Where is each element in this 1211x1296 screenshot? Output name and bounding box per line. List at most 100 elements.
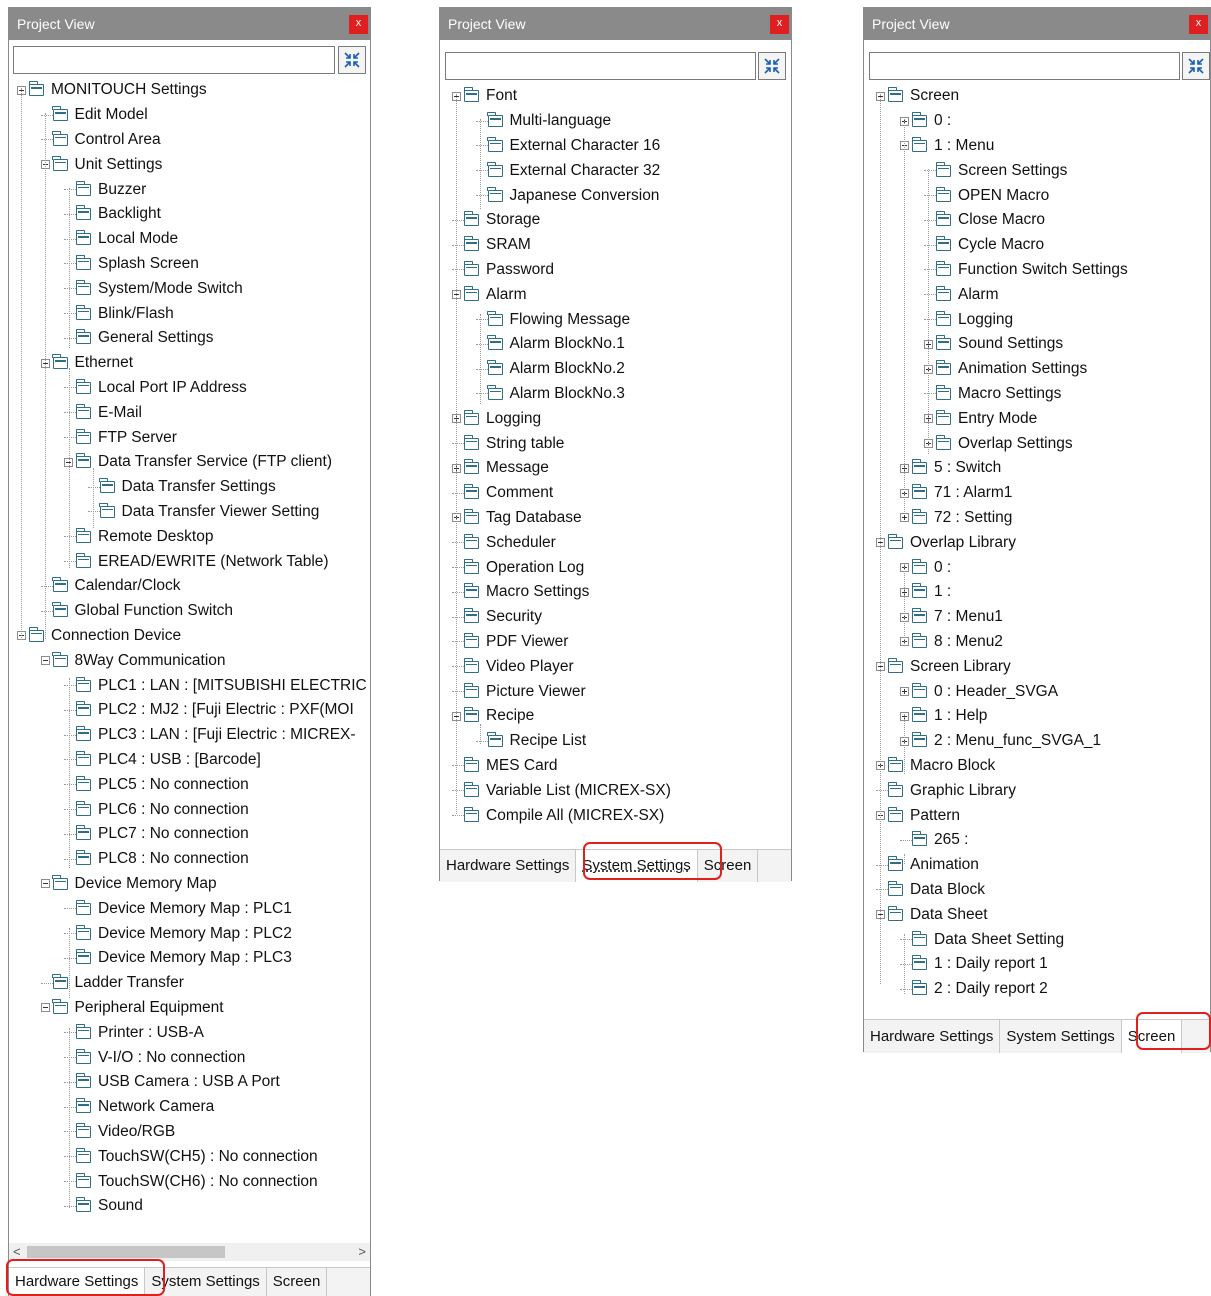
tab-hardware-settings[interactable]: Hardware Settings (864, 1020, 1001, 1053)
tree-item-touchsw-ch6-no-connection[interactable]: TouchSW(CH6) : No connection (64, 1169, 318, 1194)
tree-item-265[interactable]: 265 : (900, 828, 968, 853)
close-button[interactable]: x (770, 15, 789, 34)
tree-item-mes-card[interactable]: MES Card (452, 754, 558, 779)
tree-item-animation[interactable]: Animation (876, 853, 979, 878)
tree-item-plc4-usb-barcode[interactable]: PLC4 : USB : [Barcode] (64, 748, 261, 773)
tab-hardware-settings[interactable]: Hardware Settings (440, 850, 577, 882)
tree-item-backlight[interactable]: Backlight (64, 202, 161, 227)
tree-item-buzzer[interactable]: Buzzer (64, 177, 146, 202)
tree-item-alarm-blockno-3[interactable]: Alarm BlockNo.3 (475, 382, 625, 407)
tree-item-storage[interactable]: Storage (452, 208, 540, 233)
tree-item-plc6-no-connection[interactable]: PLC6 : No connection (64, 797, 249, 822)
collapse-all-button[interactable] (1182, 52, 1210, 80)
tree-item-control-area[interactable]: Control Area (40, 128, 161, 153)
tree-item-0[interactable]: 0 : (900, 555, 951, 580)
tree-item-open-macro[interactable]: OPEN Macro (924, 183, 1049, 208)
tree-item-8-menu2[interactable]: 8 : Menu2 (900, 630, 1003, 655)
tree-item-multi-language[interactable]: Multi-language (475, 109, 611, 134)
tree-item-5-switch[interactable]: 5 : Switch (900, 456, 1001, 481)
tree-item-usb-camera-usb-a-port[interactable]: USB Camera : USB A Port (64, 1070, 280, 1095)
tree-item-string-table[interactable]: String table (452, 431, 564, 456)
tree-item-data-transfer-service-ftp-client[interactable]: Data Transfer Service (FTP client) (64, 450, 332, 475)
tree-item-sram[interactable]: SRAM (452, 233, 531, 258)
collapse-all-button[interactable] (338, 46, 366, 74)
tree-item-global-function-switch[interactable]: Global Function Switch (40, 599, 233, 624)
tree-item-comment[interactable]: Comment (452, 481, 553, 506)
tree-item-data-transfer-settings[interactable]: Data Transfer Settings (87, 475, 276, 500)
tree-item-screen-settings[interactable]: Screen Settings (924, 158, 1067, 183)
scrollbar-thumb[interactable] (27, 1246, 225, 1258)
tree-item-external-character-16[interactable]: External Character 16 (475, 134, 660, 159)
tree-item-device-memory-map[interactable]: Device Memory Map (40, 872, 217, 897)
tree-item-tag-database[interactable]: Tag Database (452, 506, 582, 531)
tree-item-pattern[interactable]: Pattern (876, 803, 960, 828)
tree-item-0[interactable]: 0 : (900, 109, 951, 134)
tree-item-plc5-no-connection[interactable]: PLC5 : No connection (64, 772, 249, 797)
tree-item-72-setting[interactable]: 72 : Setting (900, 506, 1012, 531)
tree-item-calendar-clock[interactable]: Calendar/Clock (40, 574, 180, 599)
tree-item-scheduler[interactable]: Scheduler (452, 530, 556, 555)
tree-item-alarm-blockno-2[interactable]: Alarm BlockNo.2 (475, 357, 625, 382)
tree-item-v-i-o-no-connection[interactable]: V-I/O : No connection (64, 1045, 245, 1070)
tree-item-variable-list-micrex-sx[interactable]: Variable List (MICREX-SX) (452, 778, 671, 803)
tree-item-font[interactable]: Font (452, 84, 517, 109)
tree-item-external-character-32[interactable]: External Character 32 (475, 158, 660, 183)
tree-item-local-port-ip-address[interactable]: Local Port IP Address (64, 376, 247, 401)
tree-item-pdf-viewer[interactable]: PDF Viewer (452, 630, 568, 655)
tree-item-message[interactable]: Message (452, 456, 549, 481)
tree-item-video-rgb[interactable]: Video/RGB (64, 1120, 175, 1145)
tree-item-flowing-message[interactable]: Flowing Message (475, 307, 630, 332)
tree-item-network-camera[interactable]: Network Camera (64, 1095, 214, 1120)
close-button[interactable]: x (1189, 15, 1208, 34)
search-input-field[interactable] (874, 53, 1175, 79)
tree-item-overlap-settings[interactable]: Overlap Settings (924, 431, 1073, 456)
tree-item-plc2-mj2-fuji-electric-pxf-moi[interactable]: PLC2 : MJ2 : [Fuji Electric : PXF(MOI (64, 698, 354, 723)
tree-item-8way-communication[interactable]: 8Way Communication (40, 648, 226, 673)
tree-item-operation-log[interactable]: Operation Log (452, 555, 584, 580)
tree-item-compile-all-micrex-sx[interactable]: Compile All (MICREX-SX) (452, 803, 664, 828)
collapse-icon[interactable] (40, 656, 50, 666)
tree-item-general-settings[interactable]: General Settings (64, 326, 213, 351)
tree-item-video-player[interactable]: Video Player (452, 654, 574, 679)
tree-item-connection-device[interactable]: Connection Device (17, 624, 181, 649)
tree-item-alarm-blockno-1[interactable]: Alarm BlockNo.1 (475, 332, 625, 357)
tree-item-logging[interactable]: Logging (452, 406, 541, 431)
collapse-all-button[interactable] (758, 52, 786, 80)
tree-item-plc3-lan-fuji-electric-micrex[interactable]: PLC3 : LAN : [Fuji Electric : MICREX- (64, 723, 356, 748)
tree-item-recipe-list[interactable]: Recipe List (475, 729, 586, 754)
tree-item-alarm[interactable]: Alarm (452, 282, 526, 307)
tree-item-0-header-svga[interactable]: 0 : Header_SVGA (900, 679, 1058, 704)
search-input-field[interactable] (18, 47, 330, 73)
tree-item-e-mail[interactable]: E-Mail (64, 400, 142, 425)
tree-item-1[interactable]: 1 : (900, 580, 951, 605)
tree-item-sound-settings[interactable]: Sound Settings (924, 332, 1063, 357)
collapse-icon[interactable] (40, 1003, 50, 1013)
tree-item-1-daily-report-1[interactable]: 1 : Daily report 1 (900, 952, 1048, 977)
tree-item-close-macro[interactable]: Close Macro (924, 208, 1045, 233)
tree-item-device-memory-map-plc1[interactable]: Device Memory Map : PLC1 (64, 896, 292, 921)
tree-item-alarm[interactable]: Alarm (924, 282, 998, 307)
tree-item-data-sheet[interactable]: Data Sheet (876, 902, 988, 927)
tree-item-data-block[interactable]: Data Block (876, 878, 985, 903)
search-input-field[interactable] (450, 53, 751, 79)
tree-item-screen[interactable]: Screen (876, 84, 959, 109)
tab-screen[interactable]: Screen (267, 1268, 328, 1296)
tree-item-ladder-transfer[interactable]: Ladder Transfer (40, 971, 184, 996)
tree-item-sound[interactable]: Sound (64, 1194, 143, 1219)
tree-item-macro-settings[interactable]: Macro Settings (452, 580, 589, 605)
tree-item-animation-settings[interactable]: Animation Settings (924, 357, 1087, 382)
tree-item-unit-settings[interactable]: Unit Settings (40, 152, 162, 177)
tree-item-blink-flash[interactable]: Blink/Flash (64, 301, 174, 326)
tree-item-function-switch-settings[interactable]: Function Switch Settings (924, 258, 1128, 283)
tree-item-touchsw-ch5-no-connection[interactable]: TouchSW(CH5) : No connection (64, 1144, 318, 1169)
tree-item-logging[interactable]: Logging (924, 307, 1013, 332)
search-input[interactable] (445, 52, 756, 80)
tree-item-screen-library[interactable]: Screen Library (876, 654, 1011, 679)
tree-item-picture-viewer[interactable]: Picture Viewer (452, 679, 586, 704)
tree-item-1-menu[interactable]: 1 : Menu (900, 134, 994, 159)
tree-item-plc1-lan-mitsubishi-electric[interactable]: PLC1 : LAN : [MITSUBISHI ELECTRIC (64, 673, 367, 698)
tree-item-password[interactable]: Password (452, 258, 554, 283)
tree-item-plc7-no-connection[interactable]: PLC7 : No connection (64, 822, 249, 847)
tree-item-system-mode-switch[interactable]: System/Mode Switch (64, 276, 243, 301)
tree-item-local-mode[interactable]: Local Mode (64, 227, 178, 252)
